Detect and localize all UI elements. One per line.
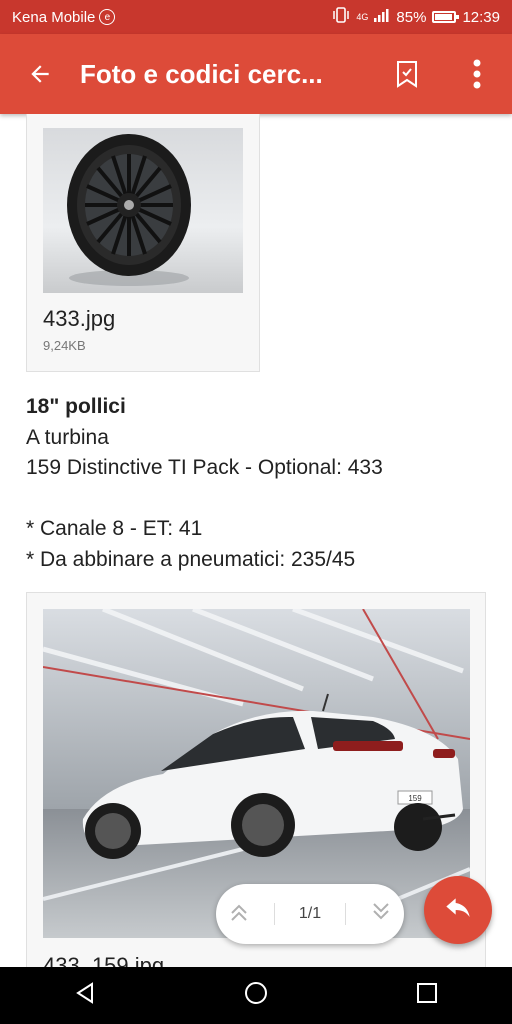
nav-back-button[interactable] (74, 982, 96, 1009)
next-message-button[interactable] (370, 901, 392, 928)
back-button[interactable] (0, 34, 80, 114)
attachment-size: 9,24KB (43, 338, 86, 353)
vibrate-icon (332, 7, 350, 27)
attachment-card[interactable]: 433.jpg 9,24KB (26, 114, 260, 372)
square-recents-icon (417, 983, 437, 1003)
attachment-filename: 433_159.jpg (43, 953, 165, 967)
message-content[interactable]: 433.jpg 9,24KB 18" pollici A turbina 159… (0, 114, 512, 967)
carrier-badge-icon: e (99, 9, 116, 25)
page-indicator: 1/1 (298, 905, 322, 922)
reply-icon (446, 898, 470, 917)
body-line: A turbina (26, 425, 109, 449)
message-pager: 1/1 (216, 884, 404, 944)
body-line: * Canale 8 - ET: 41 (26, 517, 203, 540)
pager-divider (345, 903, 347, 925)
app-bar: Foto e codici cerc... (0, 34, 512, 114)
nav-recents-button[interactable] (416, 982, 438, 1009)
status-bar: Kena Mobile e 4G 85% 12:39 (0, 0, 512, 34)
message-body: 18" pollici A turbina 159 Distinctive TI… (26, 392, 383, 575)
reply-button[interactable] (424, 876, 492, 944)
page-title: Foto e codici cerc... (80, 58, 323, 89)
pager-divider (273, 903, 275, 925)
signal-icon (374, 8, 390, 26)
battery-percent: 85% (396, 8, 427, 26)
battery-icon (432, 11, 460, 23)
triangle-back-icon (76, 982, 93, 1004)
body-line: 159 Distinctive TI Pack - Optional: 433 (26, 456, 383, 479)
carrier-group: Kena Mobile e (12, 8, 116, 26)
nav-home-button[interactable] (244, 981, 268, 1010)
more-options-button[interactable] (442, 34, 512, 114)
wheel-image (43, 128, 243, 293)
clock: 12:39 (462, 8, 500, 26)
system-nav-bar (0, 967, 512, 1024)
previous-message-button[interactable] (228, 901, 250, 928)
bookmark-button[interactable] (372, 34, 442, 114)
status-right: 4G 85% 12:39 (332, 7, 500, 27)
chevron-double-down-icon (373, 902, 389, 919)
body-line: * Da abbinare a pneumatici: 235/45 (26, 547, 356, 571)
bookmark-icon (397, 61, 417, 88)
attachment-filename: 433.jpg (43, 306, 116, 331)
arrow-back-icon (31, 65, 49, 83)
license-plate: 159 (408, 794, 422, 803)
carrier-label: Kena Mobile (12, 8, 96, 26)
more-vert-icon (473, 59, 481, 89)
network-type: 4G (356, 12, 369, 22)
circle-home-icon (245, 982, 267, 1004)
body-heading: 18" pollici (26, 395, 126, 418)
chevron-double-up-icon (231, 904, 247, 921)
